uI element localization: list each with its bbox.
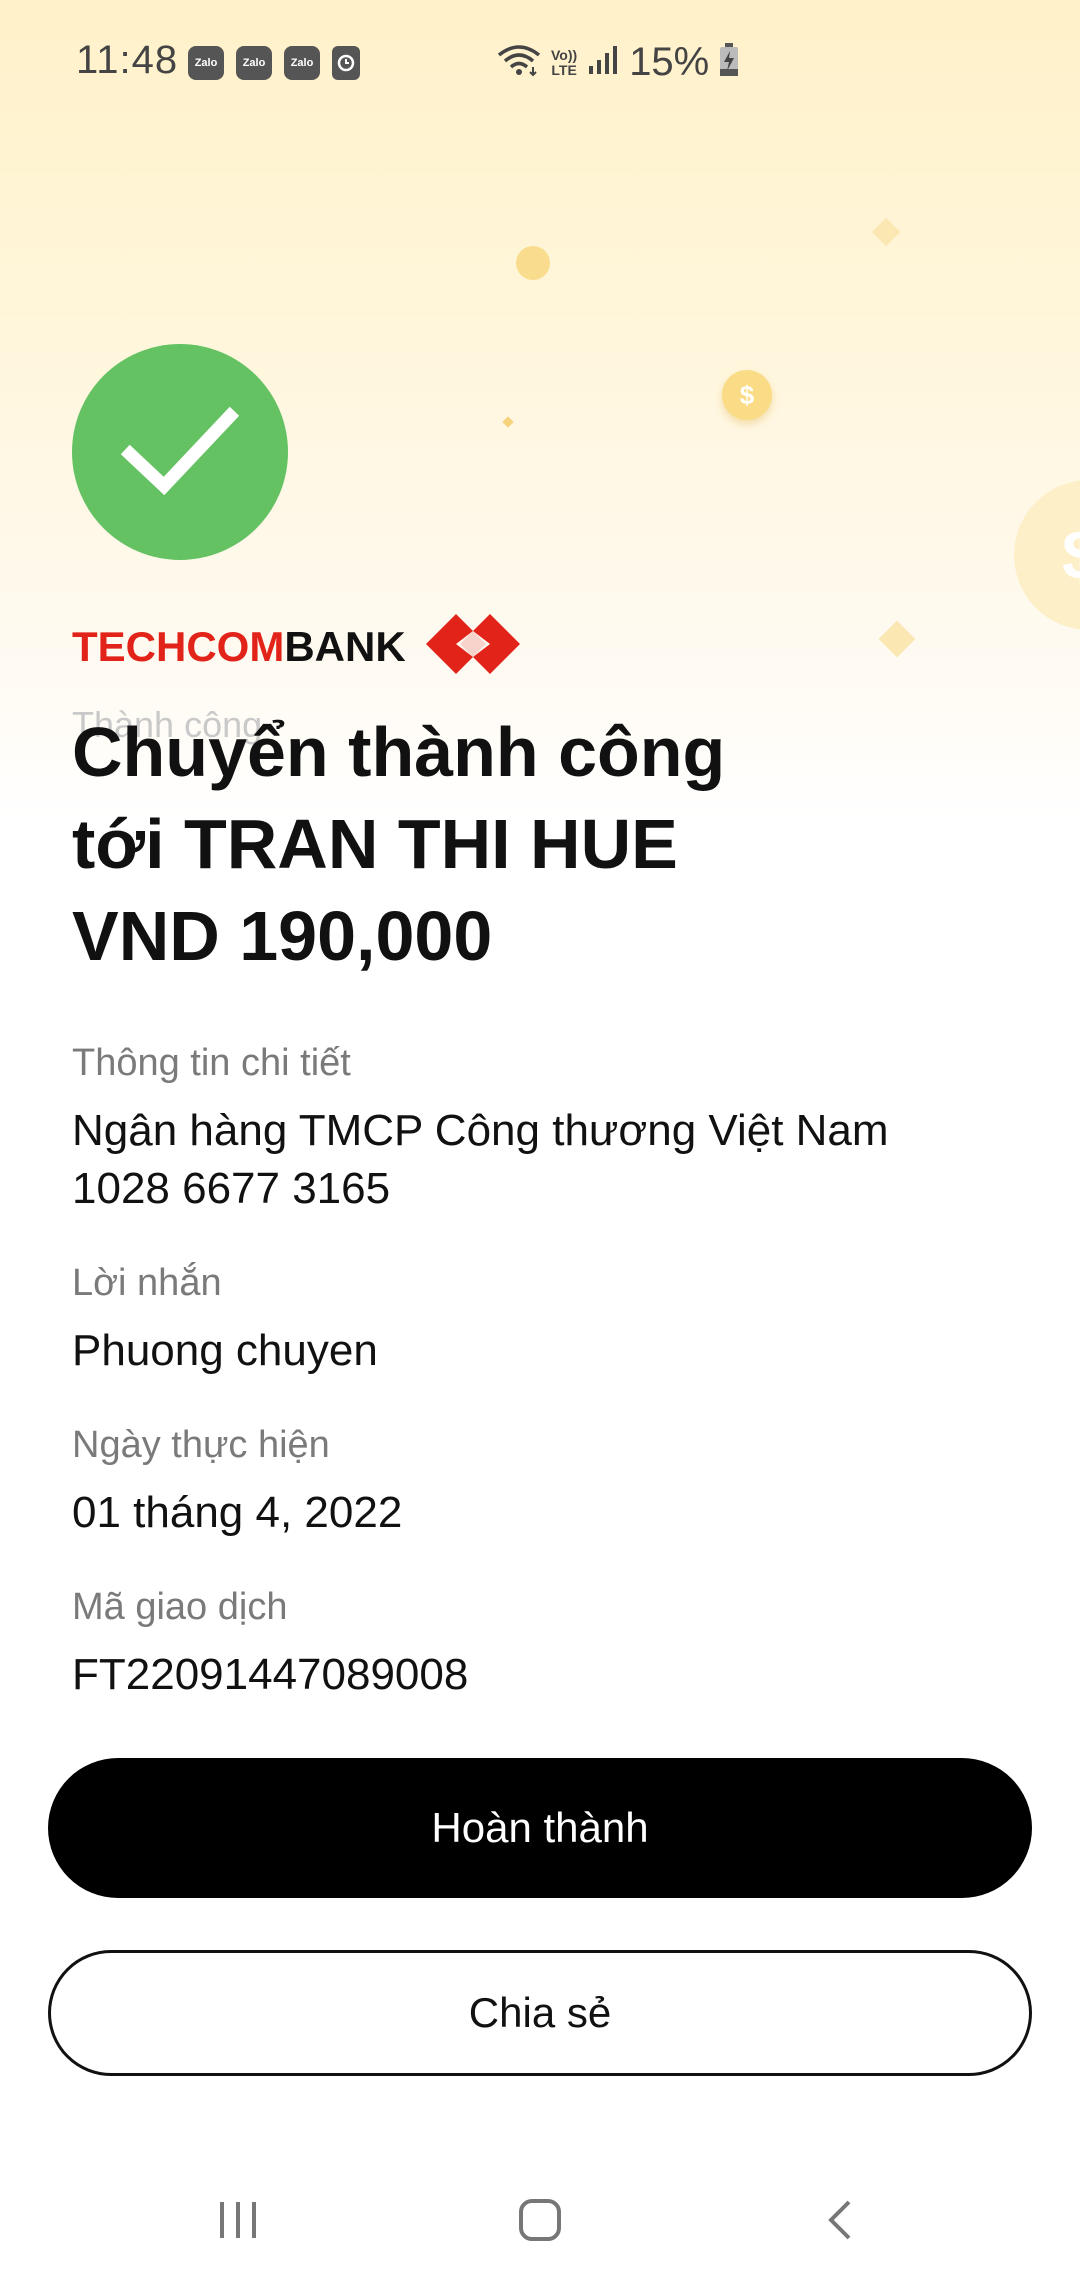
system-icons: Vo)) LTE 15% [497, 40, 739, 85]
recents-icon[interactable] [198, 2190, 278, 2250]
back-icon[interactable] [800, 2190, 880, 2250]
date-label: Ngày thực hiện [72, 1424, 330, 1466]
transfer-headline: Chuyển thành công tới TRAN THI HUE VND 1… [72, 706, 1012, 982]
share-button-label: Chia sẻ [468, 1989, 612, 2036]
logo-wordmark-red: TECHCOM [72, 622, 285, 670]
message-value: Phuong chuyen [72, 1326, 378, 1375]
details-label: Thông tin chi tiết [72, 1042, 351, 1084]
techcombank-diamond-icon [425, 612, 520, 681]
zalo-notification-icon: Zalo [188, 46, 224, 80]
recipient-account-number: 1028 6677 3165 [72, 1164, 391, 1213]
decor-diamond [502, 416, 514, 428]
home-icon[interactable] [500, 2190, 580, 2250]
battery-charging-icon [719, 43, 739, 82]
notification-icons: Zalo Zalo Zalo [188, 46, 360, 80]
zalo-notification-icon: Zalo [284, 46, 320, 80]
transaction-id-value: FT22091447089008 [72, 1650, 469, 1699]
share-button[interactable]: Chia sẻ [48, 1950, 1032, 2076]
done-button[interactable]: Hoàn thành [48, 1758, 1032, 1898]
decor-diamond [878, 620, 916, 658]
clock-notification-icon [332, 46, 360, 80]
wifi-icon [497, 43, 541, 82]
decor-coin [516, 246, 550, 280]
transfer-success-screen: 11:48 Zalo Zalo Zalo Vo)) LTE 15% $ TECH… [0, 0, 1080, 2280]
logo-wordmark-black: BANK [284, 622, 406, 670]
dollar-coin-icon: $ [722, 370, 772, 420]
volte-icon: Vo)) LTE [551, 46, 578, 78]
done-button-label: Hoàn thành [431, 1804, 649, 1851]
signal-icon [587, 44, 619, 81]
decor-diamond [871, 217, 901, 247]
zalo-notification-icon: Zalo [236, 46, 272, 80]
transaction-id-label: Mã giao dịch [72, 1586, 288, 1628]
status-bar: 11:48 Zalo Zalo Zalo Vo)) LTE 15% [0, 0, 1080, 130]
logo-wordmark: TECHCOMBANK [72, 623, 406, 671]
message-label: Lời nhắn [72, 1262, 222, 1304]
techcombank-logo: TECHCOMBANK [72, 612, 520, 681]
volte-top-label: Vo)) [551, 46, 578, 63]
headline-line-1: Chuyển thành công [72, 713, 726, 791]
lte-label: LTE [551, 61, 577, 78]
headline-amount: VND 190,000 [72, 897, 493, 975]
dollar-coin-icon: $ [1014, 480, 1080, 630]
date-value: 01 tháng 4, 2022 [72, 1488, 403, 1537]
battery-percentage: 15% [629, 40, 710, 84]
status-time: 11:48 [76, 38, 179, 82]
recipient-bank-name: Ngân hàng TMCP Công thương Việt Nam [72, 1106, 889, 1155]
system-navigation-bar [0, 2150, 1080, 2280]
success-check-icon [72, 344, 288, 560]
headline-recipient: tới TRAN THI HUE [72, 805, 678, 883]
